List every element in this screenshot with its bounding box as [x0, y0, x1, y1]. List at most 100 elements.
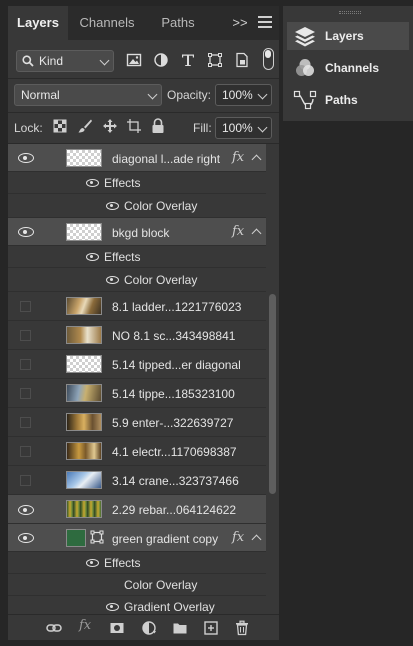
dock-item-label: Layers — [325, 29, 364, 43]
chevron-up-icon[interactable] — [251, 154, 262, 165]
type-filter-icon[interactable] — [180, 52, 196, 68]
chevron-up-icon[interactable] — [251, 228, 262, 239]
layer-row[interactable]: 4.1 electr...1170698387 — [8, 437, 266, 466]
dock-item-layers[interactable]: Layers — [287, 22, 409, 50]
filter-kind-dropdown[interactable]: Kind — [16, 50, 114, 72]
effect-name: Color Overlay — [124, 199, 198, 213]
layer-thumbnail — [66, 355, 102, 373]
layer-name: 5.14 tipped...er diagonal — [112, 358, 241, 372]
tab-paths[interactable]: Paths — [146, 6, 210, 40]
eye-icon[interactable] — [18, 153, 34, 163]
layer-thumbnail — [66, 149, 102, 167]
visibility-toggle[interactable] — [20, 417, 31, 428]
layer-thumbnail — [66, 223, 102, 241]
filter-kind-label: Kind — [39, 54, 64, 68]
visibility-toggle[interactable] — [20, 301, 31, 312]
layer-row[interactable]: bkgd block fx — [8, 218, 266, 246]
effect-item-row[interactable]: Color Overlay — [8, 194, 266, 218]
dock-item-channels[interactable]: Channels — [287, 54, 409, 82]
eye-icon[interactable] — [18, 227, 34, 237]
eye-icon[interactable] — [86, 179, 99, 187]
eye-icon[interactable] — [86, 253, 99, 261]
blend-mode-dropdown[interactable]: Normal — [14, 84, 162, 106]
fill-label: Fill: — [193, 121, 212, 135]
effects-row[interactable]: Effects — [8, 246, 266, 268]
visibility-toggle[interactable] — [20, 475, 31, 486]
layer-thumbnail — [66, 471, 102, 489]
effect-item-row[interactable]: Gradient Overlay — [8, 596, 266, 614]
effect-item-row[interactable]: Color Overlay — [8, 574, 266, 596]
dock-item-label: Paths — [325, 93, 358, 107]
paths-icon — [293, 90, 317, 110]
layer-row[interactable]: 5.14 tipped...er diagonal — [8, 350, 266, 379]
eye-icon[interactable] — [86, 559, 99, 567]
layer-list-scrollbar[interactable] — [266, 144, 279, 614]
lock-artboard-icon[interactable] — [126, 118, 142, 134]
lock-all-icon[interactable] — [151, 118, 165, 134]
layer-row[interactable]: 5.9 enter-...322639727 — [8, 408, 266, 437]
effects-label: Effects — [104, 176, 141, 190]
lock-position-move-icon[interactable] — [102, 118, 118, 134]
layer-thumbnail — [66, 384, 102, 402]
new-group-folder-icon[interactable] — [172, 620, 188, 636]
add-mask-icon[interactable] — [109, 620, 125, 636]
chevron-down-icon — [257, 89, 268, 100]
fx-icon[interactable]: fx — [79, 618, 91, 633]
layers-icon — [295, 27, 315, 47]
layer-row[interactable]: green gradient copy fx — [8, 524, 266, 552]
fill-value: 100% — [222, 121, 253, 135]
visibility-toggle[interactable] — [20, 388, 31, 399]
panel-menu-icon[interactable] — [258, 16, 272, 30]
layer-row[interactable]: 5.14 tippe...185323100 — [8, 379, 266, 408]
opacity-input[interactable]: 100% — [215, 84, 272, 106]
eye-icon[interactable] — [106, 202, 119, 210]
fx-icon[interactable]: fx — [232, 224, 244, 239]
link-layers-icon[interactable] — [46, 620, 62, 636]
layer-row[interactable]: 2.29 rebar...064124622 — [8, 495, 266, 524]
dock-drag-handle[interactable] — [339, 11, 361, 14]
layer-row[interactable]: 3.14 crane...323737466 — [8, 466, 266, 495]
tab-channels[interactable]: Channels — [68, 6, 146, 40]
lock-transparent-pixels-icon[interactable] — [53, 119, 67, 133]
image-filter-icon[interactable] — [126, 52, 142, 68]
scrollbar-thumb[interactable] — [269, 294, 276, 494]
trash-icon[interactable] — [234, 620, 250, 636]
effects-label: Effects — [104, 556, 141, 570]
tab-layers[interactable]: Layers — [8, 6, 68, 40]
adjustment-filter-icon[interactable] — [153, 52, 169, 68]
shape-filter-icon[interactable] — [207, 52, 223, 68]
visibility-toggle[interactable] — [20, 446, 31, 457]
dock-item-label: Channels — [325, 61, 380, 75]
layer-name: bkgd block — [112, 226, 170, 240]
lock-image-pixels-brush-icon[interactable] — [77, 118, 93, 134]
eye-icon[interactable] — [18, 533, 34, 543]
new-layer-icon[interactable] — [203, 620, 219, 636]
effects-row[interactable]: Effects — [8, 172, 266, 194]
panel-tab-bar: Layers Channels Paths >> — [8, 6, 279, 40]
filter-toggle-switch[interactable] — [263, 48, 274, 70]
fill-input[interactable]: 100% — [215, 117, 272, 139]
eye-icon[interactable] — [106, 603, 119, 611]
effect-name: Color Overlay — [124, 273, 198, 287]
fx-icon[interactable]: fx — [232, 150, 244, 165]
vector-mask-icon[interactable] — [90, 530, 104, 544]
opacity-value: 100% — [222, 88, 253, 102]
layer-row[interactable]: diagonal l...ade right fx — [8, 144, 266, 172]
visibility-toggle[interactable] — [20, 330, 31, 341]
smart-object-filter-icon[interactable] — [234, 52, 250, 68]
effect-name: Gradient Overlay — [124, 600, 215, 614]
eye-icon[interactable] — [106, 276, 119, 284]
effect-item-row[interactable]: Color Overlay — [8, 268, 266, 292]
effects-row[interactable]: Effects — [8, 552, 266, 574]
tabs-overflow-chevron-icon[interactable]: >> — [230, 6, 250, 40]
chevron-up-icon[interactable] — [251, 534, 262, 545]
layer-row[interactable]: 8.1 ladder...1221776023 — [8, 292, 266, 321]
layer-row[interactable]: NO 8.1 sc...343498841 — [8, 321, 266, 350]
adjustment-layer-icon[interactable] — [141, 620, 157, 636]
visibility-toggle[interactable] — [20, 359, 31, 370]
eye-icon[interactable] — [18, 505, 34, 515]
dock-item-paths[interactable]: Paths — [287, 86, 409, 114]
layer-thumbnail — [66, 529, 86, 547]
layer-thumbnail — [66, 326, 102, 344]
fx-icon[interactable]: fx — [232, 530, 244, 545]
